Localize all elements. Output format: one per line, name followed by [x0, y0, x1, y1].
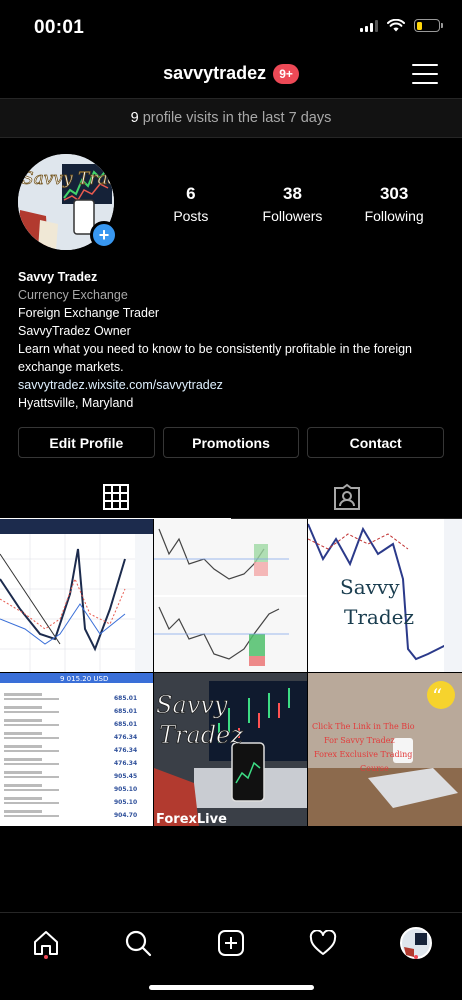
- profile-category: Currency Exchange: [18, 288, 128, 302]
- grid-post-laptop-trading[interactable]: Savvy Tradez ForexLive: [154, 673, 307, 826]
- svg-text:476.34: 476.34: [114, 760, 137, 767]
- profile-location: Hyattsville, Maryland: [18, 396, 134, 410]
- nav-search[interactable]: [120, 925, 156, 961]
- svg-text:476.34: 476.34: [114, 747, 137, 754]
- svg-text:685.01: 685.01: [114, 695, 137, 702]
- post-logo-text: Savvy: [340, 575, 400, 599]
- profile-name: Savvy Tradez: [18, 270, 98, 284]
- profile-notification-dot: [414, 955, 418, 959]
- stat-posts-count: 6: [186, 184, 196, 203]
- avatar-logo-text: Savvy Tradez: [22, 169, 114, 189]
- visits-text: profile visits in the last 7 days: [142, 110, 332, 126]
- username[interactable]: savvytradez: [163, 63, 266, 84]
- tab-tagged[interactable]: [231, 475, 462, 518]
- svg-text:476.34: 476.34: [114, 734, 137, 741]
- profile-website-link[interactable]: savvytradez.wixsite.com/savvytradez: [18, 376, 438, 394]
- svg-text:Course: Course: [360, 764, 389, 773]
- grid-post-trade-setup[interactable]: [154, 519, 307, 672]
- stat-following[interactable]: 303 Following: [359, 184, 429, 224]
- svg-text:685.01: 685.01: [114, 721, 137, 728]
- heart-icon: [309, 930, 337, 955]
- search-icon: [125, 930, 152, 957]
- nav-activity[interactable]: [305, 925, 341, 961]
- grid-post-course-promo[interactable]: “ Click The Link in The Bio For Savvy Tr…: [308, 673, 462, 826]
- status-icons: [360, 19, 443, 32]
- battery-icon: [414, 19, 443, 32]
- grid-post-savvy-tradez-logo[interactable]: Savvy Tradez: [308, 519, 462, 672]
- post-tag-text: ForexLive: [156, 812, 227, 826]
- bio-line: Foreign Exchange Trader: [18, 306, 160, 320]
- tagged-icon: [333, 483, 360, 510]
- positions-header: 9 015.20 USD: [60, 675, 108, 683]
- home-indicator: [149, 985, 314, 990]
- post-logo-text: Tradez: [159, 721, 243, 749]
- add-story-button[interactable]: +: [90, 221, 118, 249]
- username-switcher[interactable]: savvytradez 9+: [0, 63, 462, 84]
- stat-followers[interactable]: 38 Followers: [257, 184, 327, 224]
- stat-followers-count: 38: [283, 184, 302, 203]
- top-navigation: savvytradez 9+: [0, 50, 462, 98]
- edit-profile-button[interactable]: Edit Profile: [18, 427, 155, 458]
- profile-action-buttons: Edit Profile Promotions Contact: [18, 427, 445, 458]
- contact-button[interactable]: Contact: [307, 427, 445, 458]
- home-notification-dot: [44, 955, 48, 959]
- tab-posts-grid[interactable]: [0, 475, 231, 519]
- svg-text:For Savvy Tradez: For Savvy Tradez: [324, 736, 395, 745]
- svg-text:Click The Link in The Bio: Click The Link in The Bio: [312, 722, 415, 731]
- grid-post-positions-list[interactable]: 9 015.20 USD 685.01 685.01 685.01 476.34…: [0, 673, 153, 826]
- menu-icon[interactable]: [412, 64, 438, 84]
- stat-followers-label: Followers: [262, 208, 323, 224]
- home-icon: [34, 931, 58, 955]
- add-post-icon: [218, 930, 244, 956]
- svg-text:905.45: 905.45: [114, 773, 137, 780]
- stat-following-count: 303: [379, 184, 409, 203]
- profile-tabs: [0, 475, 462, 519]
- stat-following-label: Following: [364, 208, 424, 224]
- post-logo-text: Savvy: [156, 691, 228, 719]
- svg-text:Forex Exclusive Trading: Forex Exclusive Trading: [314, 750, 412, 759]
- profile-stats: 6 Posts 38 Followers 303 Following: [140, 184, 445, 224]
- profile-bio: Savvy Tradez Currency Exchange Foreign E…: [18, 268, 438, 412]
- stat-posts[interactable]: 6 Posts: [156, 184, 226, 224]
- bio-line: Learn what you need to know to be consis…: [18, 342, 413, 374]
- svg-text:905.10: 905.10: [114, 786, 137, 793]
- svg-text:685.01: 685.01: [114, 708, 137, 715]
- status-bar: 00:01: [0, 0, 462, 50]
- grid-post-trading-chart[interactable]: [0, 519, 153, 672]
- svg-text:904.70: 904.70: [114, 812, 137, 819]
- status-time: 00:01: [34, 17, 85, 38]
- svg-text:905.10: 905.10: [114, 799, 137, 806]
- wifi-icon: [387, 19, 405, 32]
- posts-grid: Savvy Tradez 9 015.20 USD 685.01 685.01 …: [0, 519, 462, 826]
- visits-count: 9: [130, 110, 139, 126]
- post-logo-text: Tradez: [344, 605, 414, 629]
- profile-visits-banner[interactable]: 9 profile visits in the last 7 days: [0, 98, 462, 138]
- nav-new-post[interactable]: [213, 925, 249, 961]
- quote-icon: “: [432, 684, 442, 708]
- stat-posts-label: Posts: [173, 208, 209, 224]
- promotions-button[interactable]: Promotions: [162, 427, 300, 458]
- bio-line: SavvyTradez Owner: [18, 324, 131, 338]
- grid-icon: [102, 483, 129, 510]
- signal-icon: [360, 19, 378, 32]
- notification-badge: 9+: [273, 63, 299, 84]
